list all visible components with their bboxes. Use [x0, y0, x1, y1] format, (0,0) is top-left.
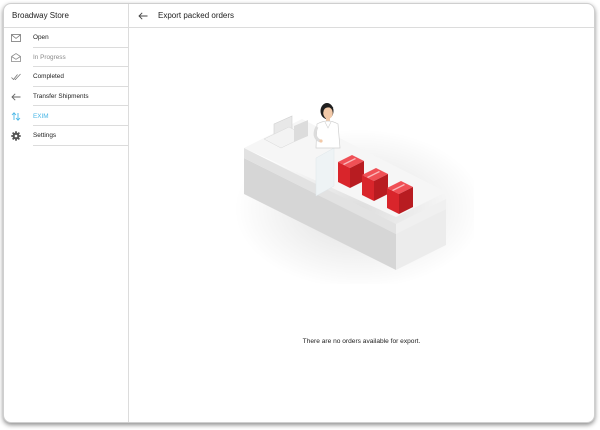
empty-state-message: There are no orders available for export… — [302, 338, 421, 345]
sidebar-item-label: Completed — [33, 73, 64, 81]
arrow-left-icon — [138, 11, 148, 20]
sidebar-item-open[interactable]: Open — [4, 28, 128, 48]
done-all-icon — [11, 72, 21, 82]
sidebar-item-transfer-shipments[interactable]: Transfer Shipments — [4, 87, 128, 107]
swap-vertical-icon — [11, 111, 21, 121]
sidebar-item-completed[interactable]: Completed — [4, 67, 128, 87]
toolbar: Export packed orders — [129, 4, 594, 28]
sidebar-item-exim[interactable]: EXIM — [4, 106, 128, 126]
sidebar-item-label: Transfer Shipments — [33, 93, 89, 101]
sidebar-item-label: EXIM — [33, 112, 49, 120]
back-button[interactable] — [137, 10, 149, 22]
page-title: Export packed orders — [158, 11, 235, 20]
sidebar-item-label: Open — [33, 34, 49, 42]
sidebar-item-label: In Progress — [33, 53, 66, 61]
sidebar-item-settings[interactable]: Settings — [4, 126, 128, 146]
sidebar: Broadway Store Open In Progress Complete… — [4, 4, 129, 422]
sidebar-item-label: Settings — [33, 132, 57, 140]
gear-icon — [11, 130, 21, 141]
mail-icon — [11, 33, 21, 43]
main-panel: Export packed orders There are no orders… — [129, 4, 594, 422]
app-window: Broadway Store Open In Progress Complete… — [3, 3, 595, 423]
empty-state-illustration — [234, 103, 474, 284]
sidebar-item-in-progress[interactable]: In Progress — [4, 48, 128, 68]
divider — [33, 144, 128, 146]
mail-open-icon — [11, 52, 21, 62]
arrow-left-icon — [11, 92, 21, 102]
store-name: Broadway Store — [4, 4, 128, 28]
